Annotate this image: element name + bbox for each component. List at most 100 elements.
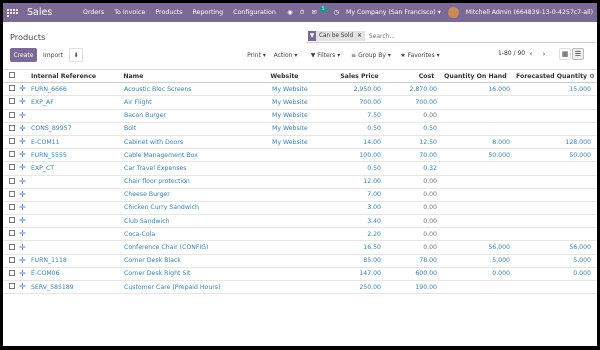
row-checkbox[interactable] (3, 151, 19, 159)
import-button[interactable]: Import (40, 48, 66, 62)
row-checkbox[interactable] (3, 269, 19, 278)
row-checkbox[interactable] (3, 85, 19, 93)
menu-reporting[interactable]: Reporting (193, 9, 224, 16)
row-checkbox[interactable] (3, 230, 19, 238)
col-sales-price[interactable]: Sales Price (328, 73, 378, 80)
kanban-view-button[interactable]: ▦ (559, 48, 571, 60)
row-checkbox[interactable] (3, 138, 19, 146)
bug-icon[interactable]: ◉ (287, 9, 292, 16)
drag-handle-icon[interactable]: ✛ (19, 112, 29, 120)
menu-to-invoice[interactable]: To Invoice (114, 9, 145, 16)
table-row[interactable]: ✛ E-COM11 Cabinet with Doors My Website 14.0… (3, 136, 597, 150)
col-internal-reference[interactable]: Internal Reference (19, 73, 118, 80)
list-icon: ☰ (574, 50, 582, 58)
company-switcher[interactable]: My Company (San Francisco) ▾ (346, 9, 441, 16)
print-dropdown[interactable]: Print ▾ (243, 48, 270, 62)
row-checkbox[interactable] (3, 256, 19, 265)
activity-icon[interactable]: ◷ (334, 9, 339, 16)
settings-icon[interactable]: ⚙ (587, 73, 597, 80)
groupby-dropdown[interactable]: ≡ Group By ▾ (347, 48, 395, 62)
cell-forecasted-quantity: 0.000 (573, 270, 591, 278)
favorites-dropdown[interactable]: ★ Favorites ▾ (397, 48, 443, 62)
download-button[interactable]: ⬇ (69, 48, 83, 62)
row-checkbox[interactable] (3, 111, 19, 120)
pager-value[interactable]: 1-80 / 90 (498, 50, 525, 57)
table-row[interactable]: ✛ FURN_1118 Corner Desk Black 85.00 78.00 5.0… (3, 255, 597, 268)
menu-orders[interactable]: Orders (83, 9, 104, 16)
table-row[interactable]: ✛ E-COM06 Corner Desk Right Sit 147.00 600.0… (3, 268, 597, 281)
row-checkbox[interactable] (3, 177, 19, 186)
cell-internal-reference: CONS_89957 (31, 125, 72, 133)
pager-prev-button[interactable]: ‹ (525, 48, 537, 60)
table-row[interactable]: ✛ Cheese Burger 7.00 0.00 (3, 189, 597, 202)
drag-handle-icon[interactable]: ✛ (19, 244, 29, 252)
cell-cost: 0.32 (423, 164, 437, 172)
chat-icon[interactable]: ✉ (312, 9, 317, 16)
row-checkbox[interactable] (3, 124, 19, 133)
row-checkbox[interactable] (3, 203, 19, 212)
row-checkbox[interactable] (3, 190, 19, 199)
filters-dropdown[interactable]: ▼ Filters ▾ (308, 48, 343, 62)
drag-handle-icon[interactable]: ✛ (19, 204, 29, 212)
avatar[interactable] (447, 7, 459, 18)
user-name[interactable]: Mitchell Admin (664839-13-0-4257c7-all) (466, 9, 593, 16)
cell-name: Cable Management Box (124, 151, 198, 159)
table-row[interactable]: ✛ Bacon Burger My Website 7.50 0.00 (3, 110, 597, 123)
action-dropdown[interactable]: Action ▾ (271, 48, 300, 62)
navbar: Sales Orders To Invoice Products Reporti… (3, 3, 597, 22)
drag-handle-icon[interactable]: ✛ (19, 98, 29, 106)
search-input[interactable] (368, 32, 569, 40)
table-row[interactable]: ✛ Chicken Curry Sandwich 3.00 0.00 (3, 202, 597, 216)
col-cost[interactable]: Cost (379, 73, 434, 80)
drag-handle-icon[interactable]: ✛ (19, 230, 29, 238)
clock-icon[interactable]: ⏱ (300, 9, 305, 17)
drag-handle-icon[interactable]: ✛ (19, 125, 29, 133)
col-website[interactable]: Website (266, 73, 328, 80)
table-row[interactable]: ✛ FURN_5555 Cable Management Box 100.00 70.0… (3, 149, 597, 163)
drag-handle-icon[interactable]: ✛ (19, 283, 29, 291)
table-row[interactable]: ✛ Coca-Cola 2.20 0.00 (3, 228, 597, 242)
table-row[interactable]: ✛ Chair floor protection 12.00 0.00 (3, 176, 597, 189)
pager-next-button[interactable]: › (538, 48, 550, 60)
table-row[interactable]: ✛ Conference Chair (CONFIG) 16.50 0.00 56.00… (3, 241, 597, 255)
row-checkbox[interactable] (3, 283, 19, 291)
drag-handle-icon[interactable]: ✛ (19, 191, 29, 199)
drag-handle-icon[interactable]: ✛ (19, 178, 29, 186)
drag-handle-icon[interactable]: ✛ (19, 270, 29, 278)
drag-handle-icon[interactable]: ✛ (19, 257, 29, 265)
drag-handle-icon[interactable]: ✛ (19, 138, 29, 146)
table-row[interactable]: ✛ SERV_585189 Customer Care (Prepaid Hours… (3, 281, 597, 295)
list-view-button[interactable]: ☰ (572, 48, 584, 60)
filters-label: Filters (317, 51, 336, 59)
row-checkbox[interactable] (3, 164, 19, 172)
cell-sales-price: 2,950.00 (353, 85, 381, 93)
search-bar: ▼ Can be Sold ✕ (306, 30, 596, 43)
menu-products[interactable]: Products (155, 9, 182, 16)
select-all-checkbox[interactable] (3, 72, 19, 80)
table-row[interactable]: ✛ Club Sandwich 3.40 0.00 (3, 215, 597, 229)
app-grid-icon[interactable] (7, 8, 19, 17)
row-checkbox[interactable] (3, 98, 19, 106)
create-button[interactable]: Create (10, 48, 37, 62)
close-icon[interactable]: ✕ (357, 33, 362, 39)
breadcrumb: Products (10, 32, 46, 42)
table-row[interactable]: ✛ EXP_CT Car Travel Expenses 0.50 0.32 (3, 162, 597, 176)
menu-configuration[interactable]: Configuration (233, 9, 276, 16)
row-checkbox[interactable] (3, 217, 19, 225)
table-row[interactable]: ✛ FURN_6666 Acoustic Bloc Screens My Websit… (3, 83, 597, 97)
table-row[interactable]: ✛ CONS_89957 Bolt My Website 0.50 0.50 (3, 123, 597, 136)
table-row[interactable]: ✛ EXP_AF Air Flight My Website 700.00 700.00 (3, 96, 597, 110)
star-icon: ★ (400, 51, 406, 59)
col-forecasted-quantity[interactable]: Forecasted Quantity (507, 73, 587, 80)
row-checkbox[interactable] (3, 243, 19, 252)
cell-internal-reference: SERV_585189 (31, 283, 74, 291)
cell-sales-price: 0.50 (367, 125, 381, 133)
cell-cost: 0.00 (423, 204, 437, 212)
col-quantity-on-hand[interactable]: Quantity On Hand (434, 73, 506, 80)
drag-handle-icon[interactable]: ✛ (19, 151, 29, 159)
col-name[interactable]: Name (118, 73, 266, 80)
drag-handle-icon[interactable]: ✛ (19, 85, 29, 93)
app-name[interactable]: Sales (27, 7, 67, 18)
drag-handle-icon[interactable]: ✛ (19, 217, 29, 225)
drag-handle-icon[interactable]: ✛ (19, 164, 29, 172)
